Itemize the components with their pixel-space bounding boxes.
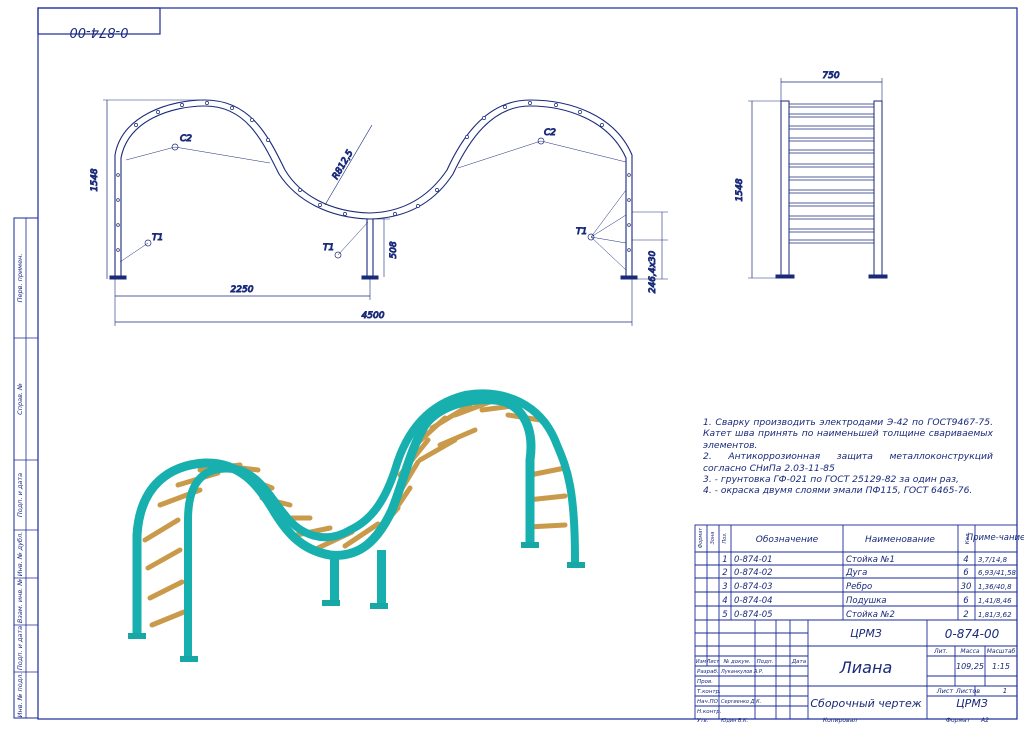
spec-header-name: Наименование	[865, 535, 935, 545]
tb-copied: Копировал	[823, 717, 857, 724]
iso-rungs	[142, 397, 568, 628]
spec-header-designation: Обозначение	[756, 535, 819, 545]
tb-sheet-label: Лист	[936, 687, 954, 695]
dim-height-left: 1548	[90, 168, 100, 191]
spec-row-pos: 3	[722, 582, 727, 592]
strip-label: Взам. инв. №	[16, 579, 24, 623]
callout-c2-right: С2	[544, 128, 556, 138]
callout-t1-left: Т1	[152, 233, 163, 243]
drawing-sheet: 0-874-00 Перв. примен. Справ. № Подп. и …	[0, 0, 1024, 725]
rotated-doc-number: 0-874-00	[69, 24, 128, 39]
tb-org-top: ЦРМЗ	[850, 627, 882, 640]
tb-role-prov: Пров.	[697, 679, 713, 685]
strip-label: Подп. и дата	[16, 626, 24, 670]
spec-row-name: Дуга	[845, 568, 867, 578]
spec-header-format: Формат	[698, 527, 704, 548]
spec-row-qty: 4	[963, 555, 968, 565]
spec-row-note: 3,7/14,8	[978, 556, 1008, 564]
tb-role-nkontr: Н.контр.	[697, 709, 722, 715]
strip-label: Перв. примен.	[16, 254, 24, 303]
tb-doc-number: 0-874-00	[945, 627, 1000, 641]
title-block-text: ЦРМЗ 0-874-00 Лиана Сборочный чертеж ЦРМ…	[696, 627, 1016, 724]
note-item: 1. Сварку производить электродами Э-42 п…	[703, 417, 993, 451]
iso-post	[330, 553, 339, 603]
side-view: 750 1548	[735, 71, 888, 279]
tb-person-nach: Сергиенко Д.К.	[721, 699, 761, 705]
tb-mass: 109,25	[956, 662, 984, 671]
tb-sheets-label: Листов	[955, 687, 980, 695]
dim-radius: R812,5	[331, 148, 356, 181]
spec-row-qty: 30	[961, 582, 972, 592]
callout-c2-left: С2	[180, 134, 192, 144]
tb-org: ЦРМЗ	[956, 697, 988, 710]
spec-header-zone: Зона	[710, 532, 716, 545]
strip-label: Инв. № дубл.	[16, 532, 24, 576]
tb-role-utv: Утв.	[697, 718, 709, 724]
spec-row-qty: 2	[963, 610, 968, 620]
iso-pads	[128, 542, 585, 662]
iso-view	[128, 389, 585, 662]
dim-pad: 246,4x30	[648, 250, 658, 293]
spec-row-qty: 6	[963, 596, 969, 606]
tb-role-razrab: Разраб.	[697, 669, 719, 675]
spec-row-note: 1,41/8,46	[978, 597, 1012, 605]
left-strip: Перв. примен. Справ. № Подп. и дата Инв.…	[13, 217, 39, 719]
spec-row-name: Стойка №1	[846, 555, 895, 565]
spec-row-name: Подушка	[846, 596, 887, 606]
strip-label: Подп. и дата	[16, 473, 24, 517]
spec-row-pos: 4	[722, 596, 727, 606]
tb-col-doc: № докум.	[722, 659, 750, 665]
callout-t1-right: Т1	[576, 227, 587, 237]
tb-scale: 1:15	[992, 662, 1010, 671]
tb-person-razrab: Луканкулов А.Р.	[720, 669, 763, 675]
tb-role-tkontr: Т.контр.	[697, 689, 721, 695]
dim-total-width: 4500	[362, 311, 385, 321]
tb-subtitle: Сборочный чертеж	[810, 697, 921, 710]
spec-row-note: 1,81/3,62	[978, 611, 1012, 619]
tb-scale-label: Масштаб	[987, 648, 1016, 655]
note-item: 4. - окраска двумя слоями эмали ПФ115, Г…	[703, 485, 973, 497]
spec-row-name: Стойка №2	[846, 610, 895, 620]
tb-col-date: Дата	[791, 659, 807, 665]
tb-role-nach: Нач.ПО	[697, 699, 719, 705]
dim-side-width: 750	[822, 71, 839, 81]
spec-header-note: Приме-чание	[967, 533, 1024, 543]
spec-row-pos: 5	[722, 610, 727, 620]
note-item: 2. Антикоррозионная защита металлоконстр…	[703, 451, 993, 474]
tb-col-sign: Подп.	[757, 659, 774, 665]
spec-row-name: Ребро	[846, 582, 872, 592]
tb-title: Лиана	[839, 658, 893, 677]
callout-t1-mid: Т1	[323, 243, 334, 253]
dim-half-width: 2250	[231, 285, 254, 295]
tb-col-izm: Изм	[696, 659, 706, 665]
tb-lit-label: Лит.	[933, 648, 948, 655]
spec-row-note: 1,36/40,8	[978, 583, 1012, 591]
technical-notes: 1. Сварку производить электродами Э-42 п…	[703, 417, 993, 497]
strip-label: Инв. № подл.	[16, 673, 24, 718]
drawing-canvas: 0-874-00 Перв. примен. Справ. № Подп. и …	[13, 7, 1024, 724]
dim-mid-height: 508	[389, 241, 399, 258]
tb-format-label: Формат	[946, 717, 971, 724]
tb-sheets: 1	[1003, 687, 1007, 695]
spec-row-designation: 0-874-03	[734, 582, 773, 592]
strip-label: Справ. №	[16, 383, 24, 415]
tb-mass-label: Масса	[960, 648, 979, 655]
iso-post	[377, 550, 386, 606]
note-item: 3. - грунтовка ГФ-021 по ГОСТ 25129-82 з…	[703, 474, 959, 486]
spec-row-qty: 6	[963, 568, 969, 578]
front-view: 1548 2250 4500 R812,5 508 246,4x30 С2 С2	[90, 99, 668, 326]
spec-row-pos: 1	[722, 555, 727, 565]
spec-row-pos: 2	[722, 568, 727, 578]
dim-side-height: 1548	[735, 178, 745, 201]
spec-row-note: 6,93/41,58	[978, 569, 1017, 577]
tb-col-list: Лист	[706, 659, 721, 665]
spec-row-designation: 0-874-01	[734, 555, 773, 565]
tb-person-utv: Юдин В.К.	[721, 718, 748, 724]
tb-format: А2	[980, 717, 989, 724]
spec-row-designation: 0-874-02	[734, 568, 773, 578]
spec-row-designation: 0-874-04	[734, 596, 773, 606]
spec-header-pos: Поз.	[722, 532, 728, 543]
spec-row-designation: 0-874-05	[734, 610, 773, 620]
